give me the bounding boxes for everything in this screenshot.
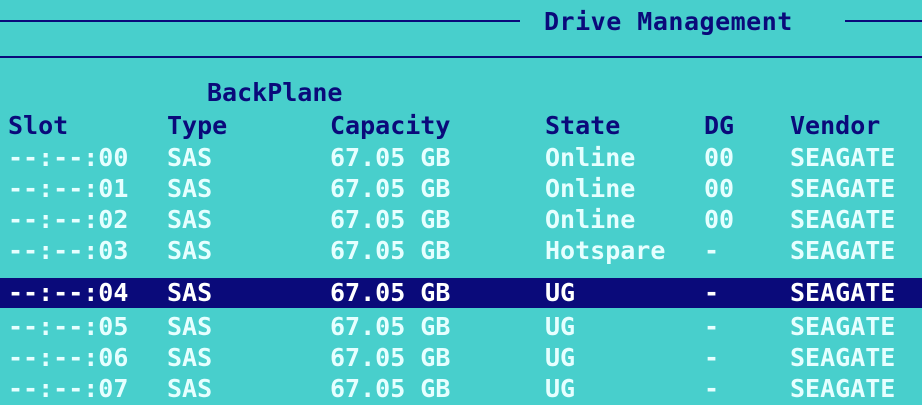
drive-capacity: 67.05 GB — [330, 343, 451, 372]
drive-slot: --:--:01 — [8, 174, 129, 203]
drive-type: SAS — [167, 343, 213, 372]
drive-capacity: 67.05 GB — [330, 312, 451, 341]
drive-type: SAS — [167, 312, 213, 341]
drive-row[interactable]: --:--:05 SAS 67.05 GB UG - SEAGATE — [0, 312, 922, 342]
drive-type: SAS — [167, 236, 213, 265]
header-state: State — [545, 111, 621, 140]
drive-row[interactable]: --:--:02 SAS 67.05 GB Online 00 SEAGATE — [0, 205, 922, 235]
drive-row[interactable]: --:--:07 SAS 67.05 GB UG - SEAGATE — [0, 374, 922, 404]
drive-row[interactable]: --:--:03 SAS 67.05 GB Hotspare - SEAGATE — [0, 236, 922, 266]
drive-type: SAS — [167, 143, 213, 172]
drive-vendor: SEAGATE — [790, 143, 896, 172]
drive-row[interactable]: --:--:01 SAS 67.05 GB Online 00 SEAGATE — [0, 174, 922, 204]
drive-state: Online — [545, 205, 636, 234]
drive-type: SAS — [167, 374, 213, 403]
group-label-backplane: BackPlane — [207, 78, 343, 107]
drive-slot: --:--:02 — [8, 205, 129, 234]
drive-row[interactable]: --:--:06 SAS 67.05 GB UG - SEAGATE — [0, 343, 922, 373]
drive-capacity: 67.05 GB — [330, 205, 451, 234]
drive-state: UG — [545, 343, 576, 372]
drive-dg: 00 — [704, 143, 735, 172]
drive-vendor: SEAGATE — [790, 205, 896, 234]
drive-dg: - — [704, 312, 720, 341]
header-capacity: Capacity — [330, 111, 451, 140]
drive-dg: 00 — [704, 205, 735, 234]
drive-slot: --:--:06 — [8, 343, 129, 372]
drive-capacity: 67.05 GB — [330, 374, 451, 403]
drive-type: SAS — [167, 205, 213, 234]
header-dg: DG — [704, 111, 735, 140]
drive-state: UG — [545, 374, 576, 403]
drive-dg: - — [704, 343, 720, 372]
drive-vendor: SEAGATE — [790, 278, 896, 307]
header-vendor: Vendor — [790, 111, 881, 140]
drive-capacity: 67.05 GB — [330, 174, 451, 203]
frame-top-line-left — [0, 20, 520, 22]
drive-slot: --:--:07 — [8, 374, 129, 403]
drive-state: Hotspare — [545, 236, 666, 265]
drive-capacity: 67.05 GB — [330, 278, 451, 307]
drive-vendor: SEAGATE — [790, 236, 896, 265]
drive-slot: --:--:00 — [8, 143, 129, 172]
drive-state: Online — [545, 174, 636, 203]
window-title: Drive Management — [544, 7, 793, 36]
drive-dg: - — [704, 236, 720, 265]
drive-slot: --:--:04 — [8, 278, 129, 307]
frame-top-line-right — [845, 20, 922, 22]
drive-vendor: SEAGATE — [790, 343, 896, 372]
drive-state: UG — [545, 278, 576, 307]
drive-capacity: 67.05 GB — [330, 143, 451, 172]
drive-vendor: SEAGATE — [790, 174, 896, 203]
drive-type: SAS — [167, 278, 213, 307]
drive-state: Online — [545, 143, 636, 172]
drive-state: UG — [545, 312, 576, 341]
title-separator-line — [0, 56, 922, 58]
header-slot: Slot — [8, 111, 69, 140]
drive-slot: --:--:05 — [8, 312, 129, 341]
drive-row-selected[interactable]: --:--:04 SAS 67.05 GB UG - SEAGATE — [0, 278, 922, 308]
drive-type: SAS — [167, 174, 213, 203]
drive-dg: - — [704, 374, 720, 403]
header-type: Type — [167, 111, 228, 140]
drive-vendor: SEAGATE — [790, 374, 896, 403]
drive-vendor: SEAGATE — [790, 312, 896, 341]
drive-capacity: 67.05 GB — [330, 236, 451, 265]
drive-dg: 00 — [704, 174, 735, 203]
drive-row[interactable]: --:--:00 SAS 67.05 GB Online 00 SEAGATE — [0, 143, 922, 173]
drive-slot: --:--:03 — [8, 236, 129, 265]
drive-dg: - — [704, 278, 720, 307]
drive-management-screen: Drive Management BackPlane Slot Type Cap… — [0, 0, 922, 405]
